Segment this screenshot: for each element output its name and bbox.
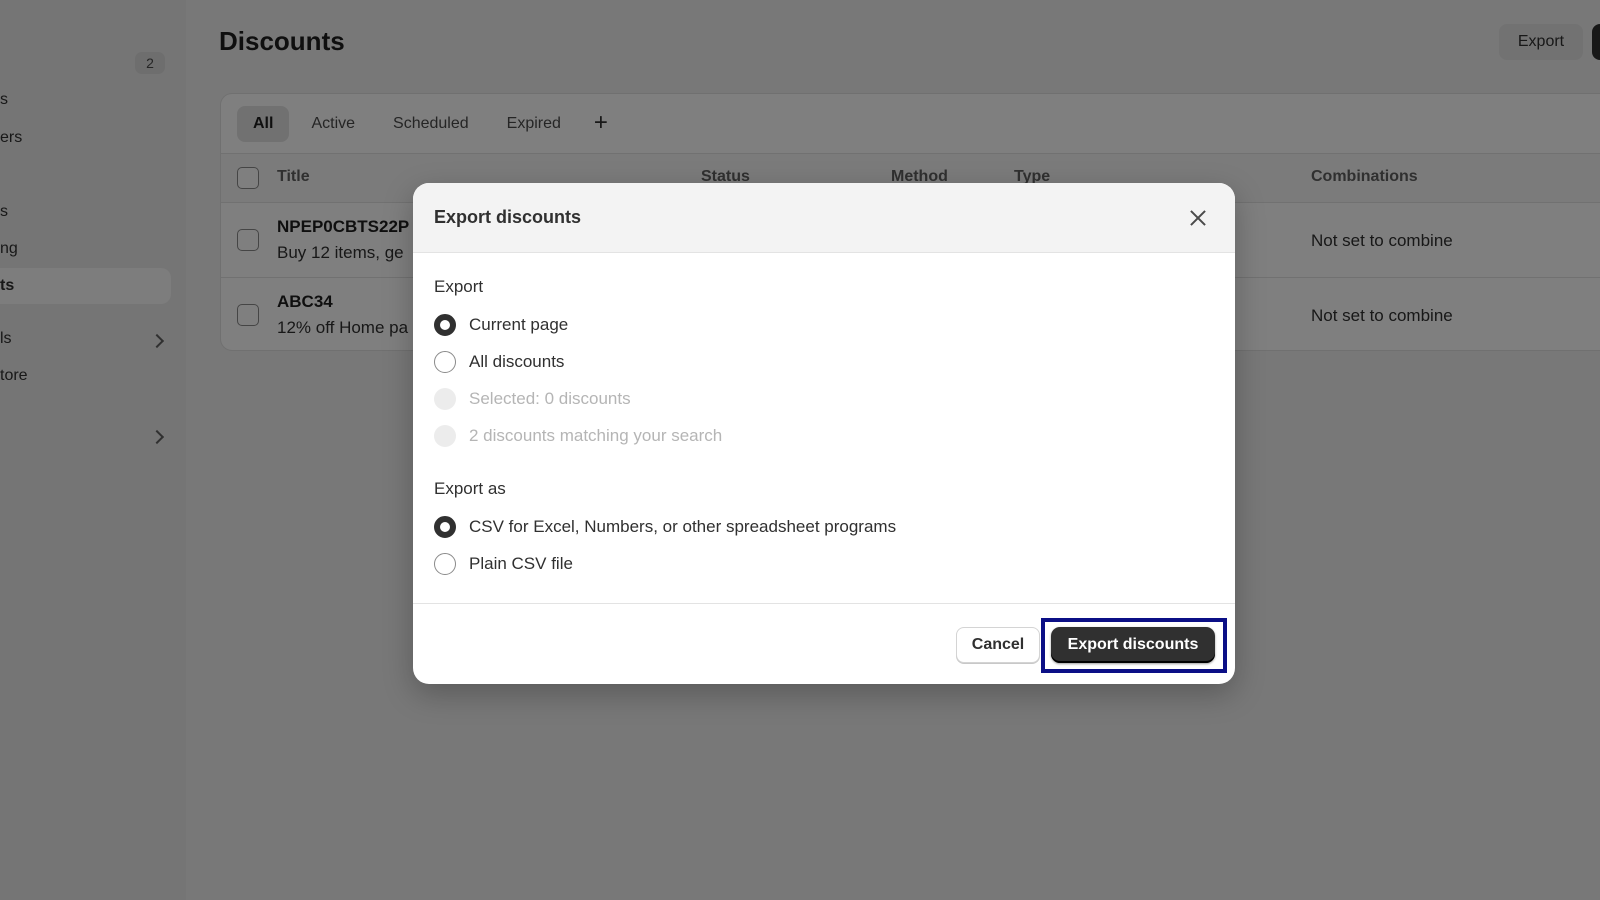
radio-matching-search: 2 discounts matching your search — [434, 423, 722, 449]
radio-label[interactable]: CSV for Excel, Numbers, or other spreads… — [469, 517, 896, 537]
radio-all-discounts[interactable]: All discounts — [434, 349, 564, 375]
radio-button[interactable] — [434, 553, 456, 575]
dialog-header: Export discounts — [413, 183, 1235, 253]
export-scope-label: Export — [434, 277, 484, 296]
radio-button — [434, 388, 456, 410]
radio-current-page[interactable]: Current page — [434, 312, 568, 338]
radio-button — [434, 425, 456, 447]
radio-csv-excel[interactable]: CSV for Excel, Numbers, or other spreads… — [434, 514, 896, 540]
radio-label: Selected: 0 discounts — [469, 389, 631, 408]
export-format-label: Export as — [434, 479, 506, 498]
radio-button[interactable] — [434, 351, 456, 373]
dialog-footer: Cancel Export discounts — [413, 603, 1235, 684]
radio-label: 2 discounts matching your search — [469, 426, 723, 445]
close-icon[interactable] — [1185, 205, 1211, 231]
radio-button[interactable] — [434, 314, 456, 336]
dialog-title: Export discounts — [434, 207, 582, 227]
radio-label[interactable]: Current page — [469, 315, 568, 335]
radio-selected-discounts: Selected: 0 discounts — [434, 386, 631, 412]
radio-label[interactable]: Plain CSV file — [469, 554, 573, 574]
radio-button[interactable] — [434, 516, 456, 538]
export-discounts-dialog: Export discounts Export Current page All… — [413, 183, 1235, 684]
radio-label[interactable]: All discounts — [469, 352, 564, 372]
cancel-button[interactable]: Cancel — [956, 627, 1040, 663]
radio-plain-csv[interactable]: Plain CSV file — [434, 551, 573, 577]
export-discounts-button[interactable]: Export discounts — [1051, 627, 1215, 663]
